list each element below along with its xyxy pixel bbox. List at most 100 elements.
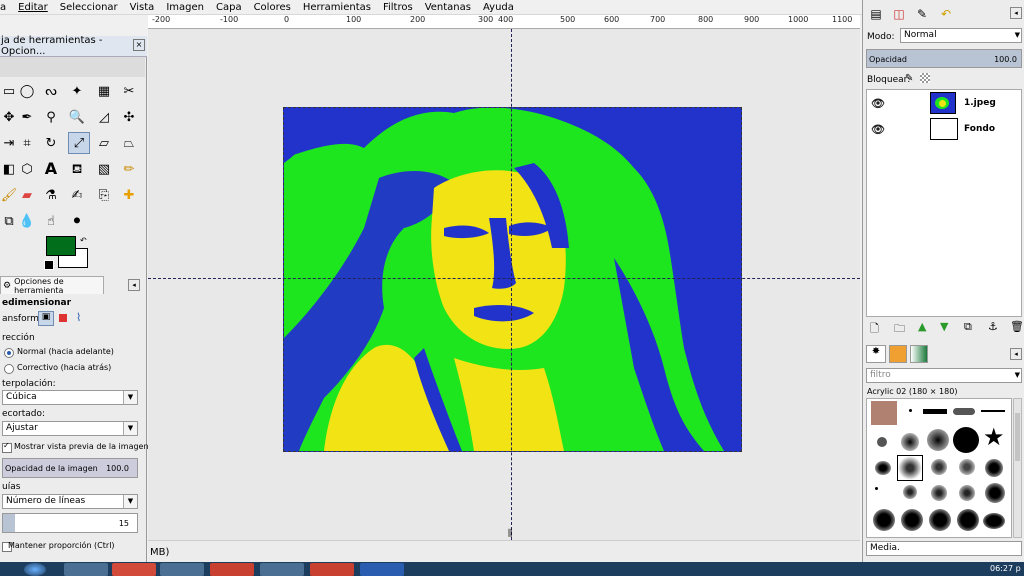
start-button-icon[interactable] [24,563,46,576]
taskbar-app-powerpoint[interactable] [310,563,354,576]
dodge-burn-icon[interactable]: ⚫ [68,212,86,230]
anchor-icon[interactable]: ⚓ [988,320,998,333]
brush-thumbnail[interactable] [985,483,1005,503]
move-icon[interactable]: ✣ [120,108,138,126]
channels-tab-icon[interactable]: ◫ [889,4,909,24]
brush-thumbnail[interactable] [909,409,912,412]
scrollbar-thumb[interactable] [1015,413,1020,461]
direction-normal-radio[interactable] [4,348,14,358]
paths-tab-icon[interactable]: ✎ [912,4,932,24]
paintbrush-icon[interactable]: 🖌 [0,186,18,204]
transform-path-icon[interactable]: ⌇ [76,311,81,324]
blur-icon[interactable]: 💧 [18,212,36,230]
brush-thumbnail[interactable] [929,509,951,531]
layer-opacity-slider[interactable]: Opacidad 100.0 [866,49,1022,68]
bucket-fill-icon[interactable]: ⛾ [68,160,86,178]
raise-layer-icon[interactable]: ▲ [918,320,926,333]
brush-thumbnail[interactable] [983,513,1005,529]
lines-count-spinner[interactable]: 15 [2,513,138,533]
brush-thumbnail[interactable] [959,459,975,475]
lock-alpha-icon[interactable] [920,73,930,83]
brush-thumbnail[interactable] [871,401,897,425]
brush-thumbnail[interactable] [931,459,947,475]
brushes-tab-icon[interactable]: ✸ [866,345,886,363]
flip-icon[interactable]: ◧ [0,160,18,178]
cage-icon[interactable]: ⬡ [18,160,36,178]
brush-thumbnail[interactable] [923,409,947,414]
eraser-icon[interactable]: ▰ [18,186,36,204]
menu-editar[interactable]: Editar [12,2,54,13]
foreground-color-swatch[interactable] [46,236,76,256]
layer-row[interactable]: 👁 1.jpeg [866,91,1022,115]
brush-thumbnail[interactable] [957,509,979,531]
brush-thumbnail[interactable] [985,459,1003,477]
close-icon[interactable]: × [133,39,145,51]
menu-colores[interactable]: Colores [248,2,297,13]
brushes-scrollbar[interactable] [1013,398,1022,538]
rotate-icon[interactable]: ↻ [42,134,60,152]
layer-row[interactable]: 👁 Fondo [866,117,1022,141]
transform-layer-icon[interactable]: ▣ [38,311,54,326]
menu-seleccionar[interactable]: Seleccionar [54,2,124,13]
measure-icon[interactable]: ◿ [95,108,113,126]
default-colors-icon[interactable] [44,260,54,270]
mode-select[interactable]: Normal ▼ [900,28,1022,43]
free-select-icon[interactable]: ᔓ [42,82,60,100]
star-brush-icon[interactable]: ★ [983,425,1005,449]
brush-thumbnail[interactable] [981,410,1005,412]
tab-menu-icon[interactable]: ◂ [1010,7,1022,19]
brush-thumbnail[interactable] [953,427,979,453]
top-ruler[interactable]: -200 -100 0 100 200 300 400 500 600 700 … [148,15,860,29]
brush-thumbnail-selected[interactable] [897,455,923,481]
taskbar-app-explorer[interactable] [64,563,108,576]
brush-thumbnail[interactable] [931,485,947,501]
zoom-icon[interactable]: 🔍 [68,108,86,126]
menu-capa[interactable]: Capa [210,2,248,13]
menu-vista[interactable]: Vista [124,2,161,13]
clipping-select[interactable]: Ajustar ▼ [2,421,138,436]
patterns-tab-icon[interactable] [889,345,907,363]
menu-imagen[interactable]: Imagen [160,2,210,13]
eye-icon[interactable]: 👁 [866,97,890,110]
brush-thumbnail[interactable] [959,485,975,501]
brush-thumbnail[interactable] [901,433,919,451]
align-icon[interactable]: ⇥ [0,134,18,152]
tab-tool-options[interactable]: ⚙ Opciones de herramienta [0,276,104,295]
direction-corrective-radio[interactable] [4,364,14,374]
text-icon[interactable]: A [42,160,60,178]
taskbar-app-browser[interactable] [210,563,254,576]
gradients-tab-icon[interactable] [910,345,928,363]
perspective-icon[interactable]: ⏢ [120,134,138,152]
perspective-clone-icon[interactable]: ⧉ [0,212,18,230]
brush-thumbnail[interactable] [927,429,949,451]
transform-selection-icon[interactable] [59,314,67,322]
pencil-icon[interactable]: ✏ [120,160,138,178]
blend-icon[interactable]: ▧ [95,160,113,178]
lower-layer-icon[interactable]: ▼ [940,320,948,333]
foreground-select-icon[interactable]: ✥ [0,108,18,126]
ellipse-select-icon[interactable]: ◯ [18,82,36,100]
brushes-grid[interactable]: ★ [866,398,1012,538]
preview-checkbox[interactable]: ✓ [2,441,12,453]
resize-grip-icon[interactable]: ⫼ [508,529,512,539]
vertical-guide[interactable] [511,29,512,540]
new-folder-icon[interactable]: 🗀 [894,320,905,339]
crop-icon[interactable]: ⌗ [18,134,36,152]
rect-select-icon[interactable]: ▭ [0,82,18,100]
menu-archivo[interactable]: a [0,2,12,13]
smudge-icon[interactable]: ☝ [42,212,60,230]
brush-thumbnail[interactable] [875,487,878,490]
menu-filtros[interactable]: Filtros [377,2,419,13]
delete-layer-icon[interactable]: 🗑 [1010,320,1024,333]
guides-select[interactable]: Número de líneas ▼ [2,494,138,509]
ink-icon[interactable]: ✍ [68,186,86,204]
heal-icon[interactable]: ✚ [120,186,138,204]
new-layer-icon[interactable]: 🗋 [870,320,879,339]
brush-thumbnail[interactable] [877,437,887,447]
paths-icon[interactable]: ✒ [18,108,36,126]
taskbar-app-chrome[interactable] [112,563,156,576]
duplicate-layer-icon[interactable]: ⧉ [964,320,972,334]
airbrush-icon[interactable]: ⚗ [42,186,60,204]
interpolation-select[interactable]: Cúbica ▼ [2,390,138,405]
tab-menu-icon[interactable]: ◂ [1010,348,1022,360]
